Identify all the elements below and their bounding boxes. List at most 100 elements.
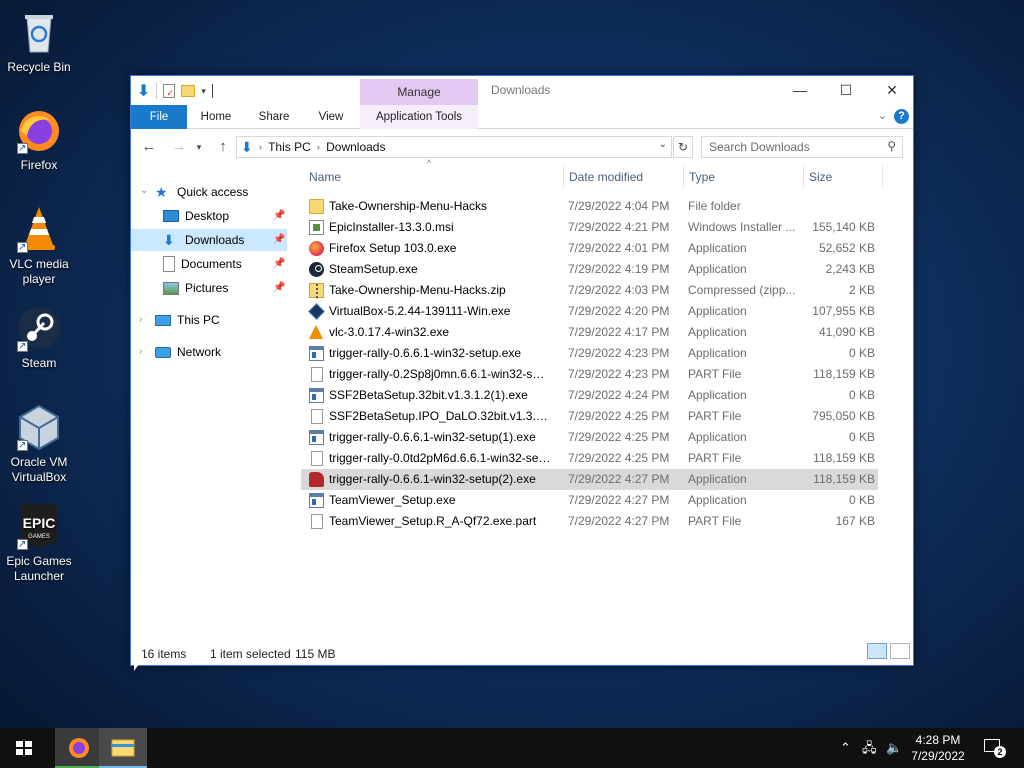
file-row[interactable]: TeamViewer_Setup.exe 7/29/2022 4:27 PM App…	[301, 490, 911, 511]
tab-file[interactable]: File	[131, 105, 187, 129]
file-row[interactable]: trigger-rally-0.2Sp8j0mn.6.6.1-win32-set…	[301, 364, 911, 385]
ribbon-tabs: File Home Share View Application Tools ⌄…	[131, 105, 913, 129]
car-file-icon	[309, 472, 324, 487]
pin-icon[interactable]: 📌	[273, 229, 285, 251]
recent-locations-icon[interactable]: ▾	[193, 137, 205, 157]
network-tray-icon[interactable]: 🖧	[862, 728, 877, 768]
column-divider[interactable]	[803, 166, 804, 188]
file-date-modified: 7/29/2022 4:25 PM	[568, 451, 670, 465]
file-date-modified: 7/29/2022 4:23 PM	[568, 346, 670, 360]
tab-home[interactable]: Home	[193, 105, 239, 129]
search-box[interactable]: ⚲	[701, 136, 903, 158]
start-button[interactable]	[0, 728, 48, 768]
file-type: Application	[688, 430, 747, 444]
help-icon[interactable]: ?	[894, 109, 909, 124]
file-row[interactable]: EpicInstaller-13.3.0.msi 7/29/2022 4:21 P…	[301, 217, 911, 238]
column-header-date[interactable]: Date modified	[569, 164, 679, 190]
desktop-icon-steam[interactable]: Steam	[4, 304, 74, 371]
file-row[interactable]: SteamSetup.exe 7/29/2022 4:19 PM Applicati…	[301, 259, 911, 280]
breadcrumb-downloads[interactable]: Downloads	[326, 140, 385, 154]
svg-text:EPIC: EPIC	[23, 515, 56, 531]
pin-icon[interactable]: 📌	[273, 205, 285, 227]
show-hidden-icons-icon[interactable]: ⌃	[840, 728, 851, 768]
file-row[interactable]: Take-Ownership-Menu-Hacks.zip 7/29/2022 4…	[301, 280, 911, 301]
refresh-button[interactable]: ↻	[673, 136, 693, 158]
file-type: Application	[688, 325, 747, 339]
close-button[interactable]: ✕	[869, 76, 915, 104]
nav-desktop[interactable]: Desktop 📌	[131, 205, 287, 227]
properties-icon[interactable]: ✓	[163, 84, 176, 98]
column-divider[interactable]	[882, 166, 883, 188]
action-center-button[interactable]: 2	[980, 736, 1006, 760]
file-size: 155,140 KB	[812, 220, 875, 234]
search-input[interactable]	[702, 137, 877, 157]
part-file-icon	[311, 409, 323, 424]
steam-file-icon	[309, 262, 324, 277]
column-header-name[interactable]: Name	[309, 164, 559, 190]
chevron-right-icon[interactable]: ›	[259, 142, 262, 153]
tab-view[interactable]: View	[308, 105, 354, 129]
file-row[interactable]: Take-Ownership-Menu-Hacks 7/29/2022 4:04 …	[301, 196, 911, 217]
file-row[interactable]: SSF2BetaSetup.IPO_DaLO.32bit.v1.3.1.2(1.…	[301, 406, 911, 427]
expand-network-icon[interactable]: ›	[139, 346, 142, 357]
nav-pictures[interactable]: Pictures 📌	[131, 277, 287, 299]
epic-games-icon: EPIC GAMES	[15, 502, 63, 552]
column-header-size[interactable]: Size	[809, 164, 879, 190]
maximize-button[interactable]: ☐	[823, 76, 869, 104]
tab-share[interactable]: Share	[251, 105, 297, 129]
pin-icon[interactable]: 📌	[273, 253, 285, 275]
large-icons-view-button[interactable]	[890, 643, 910, 659]
breadcrumb-this-pc[interactable]: This PC	[268, 140, 311, 154]
file-size: 118,159 KB	[813, 472, 875, 486]
forward-button[interactable]: →	[168, 137, 190, 157]
desktop-icon-epic-games[interactable]: EPIC GAMES Epic Games Launcher	[4, 502, 74, 584]
expand-this-pc-icon[interactable]: ›	[139, 314, 142, 325]
nav-documents[interactable]: Documents 📌	[131, 253, 287, 275]
expand-ribbon-icon[interactable]: ⌄	[878, 109, 887, 122]
column-header-type[interactable]: Type	[689, 164, 799, 190]
minimize-button[interactable]: —	[777, 76, 823, 104]
new-folder-icon[interactable]	[181, 85, 196, 97]
taskbar-file-explorer[interactable]	[99, 728, 147, 768]
file-row[interactable]: VirtualBox-5.2.44-139111-Win.exe 7/29/202…	[301, 301, 911, 322]
column-divider[interactable]	[563, 166, 564, 188]
chevron-right-icon[interactable]: ›	[317, 142, 320, 153]
file-row[interactable]: trigger-rally-0.0td2pM6d.6.6.1-win32-set…	[301, 448, 911, 469]
nav-quick-access[interactable]: ★ Quick access	[155, 181, 291, 203]
file-row[interactable]: trigger-rally-0.6.6.1-win32-setup(2).exe…	[301, 469, 878, 490]
file-row[interactable]: trigger-rally-0.6.6.1-win32-setup(1).exe…	[301, 427, 911, 448]
volume-icon[interactable]: 🔈	[886, 728, 902, 768]
file-row[interactable]: TeamViewer_Setup.R_A-Qf72.exe.part 7/29/2…	[301, 511, 911, 532]
file-date-modified: 7/29/2022 4:04 PM	[568, 199, 670, 213]
clock[interactable]: 4:28 PM 7/29/2022	[905, 732, 971, 764]
column-divider[interactable]	[683, 166, 684, 188]
address-bar[interactable]: ⬇ › This PC › Downloads ⌄	[236, 136, 672, 158]
desktop-icon-firefox[interactable]: Firefox	[4, 106, 74, 173]
customize-qat-icon[interactable]: ▾	[201, 86, 206, 97]
nav-this-pc[interactable]: This PC	[155, 309, 291, 331]
taskbar-firefox[interactable]	[55, 728, 103, 768]
folder-file-icon	[309, 199, 324, 214]
nav-downloads[interactable]: ⬇ Downloads 📌	[131, 229, 287, 251]
file-row[interactable]: SSF2BetaSetup.32bit.v1.3.1.2(1).exe 7/29/…	[301, 385, 911, 406]
file-type: PART File	[688, 409, 742, 423]
downloads-folder-icon: ⬇	[241, 138, 253, 155]
file-type: File folder	[688, 199, 741, 213]
computer-icon	[155, 314, 171, 326]
tab-application-tools[interactable]: Application Tools	[360, 105, 478, 129]
back-button[interactable]: ←	[138, 137, 160, 157]
details-view-button[interactable]	[867, 643, 887, 659]
file-row[interactable]: Firefox Setup 103.0.exe 7/29/2022 4:01 PM…	[301, 238, 911, 259]
file-size: 0 KB	[848, 346, 875, 360]
file-size: 41,090 KB	[818, 325, 875, 339]
pin-icon[interactable]: 📌	[273, 277, 285, 299]
file-row[interactable]: trigger-rally-0.6.6.1-win32-setup.exe 7/2…	[301, 343, 911, 364]
address-dropdown-icon[interactable]: ⌄	[659, 139, 667, 150]
up-button[interactable]: ↑	[212, 137, 234, 157]
desktop-icon-vlc[interactable]: VLC media player	[4, 205, 74, 287]
desktop-icon-recycle-bin[interactable]: Recycle Bin	[4, 8, 74, 75]
collapse-quick-access-icon[interactable]: ⌄	[140, 185, 148, 196]
file-row[interactable]: vlc-3.0.17.4-win32.exe 7/29/2022 4:17 PM A…	[301, 322, 911, 343]
desktop-icon-virtualbox[interactable]: Oracle VM VirtualBox	[4, 403, 74, 485]
nav-network[interactable]: Network	[155, 341, 291, 363]
